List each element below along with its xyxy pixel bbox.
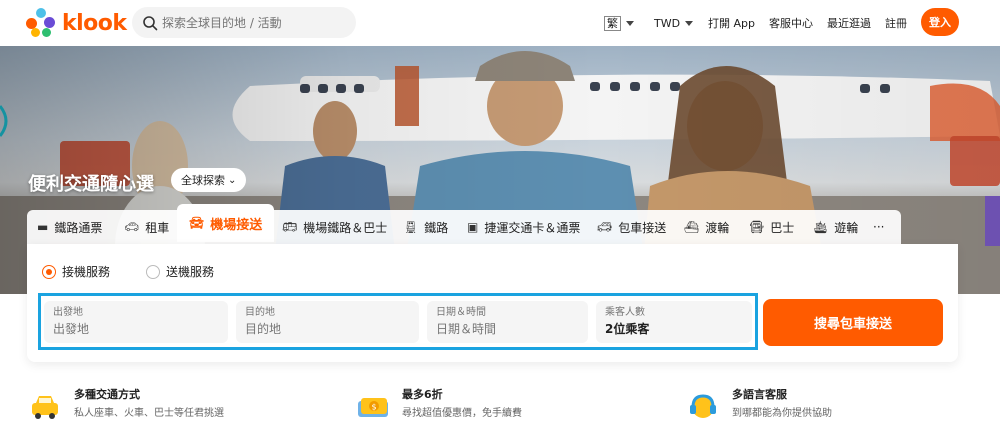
tab-ferry[interactable]: ⛴︎ 渡輪 xyxy=(684,210,729,244)
passengers-field[interactable]: 乘客人數 2位乘客 xyxy=(596,301,752,343)
svg-text:$: $ xyxy=(371,403,376,412)
open-app-link[interactable]: 打開 App xyxy=(708,0,755,46)
radio-pickup-indicator xyxy=(42,264,56,279)
tab-rail-pass[interactable]: ▬ 鐵路通票 xyxy=(37,210,102,244)
chevron-down-icon xyxy=(626,20,634,26)
tab-label: 巴士 xyxy=(770,220,795,235)
logo-text: klook xyxy=(62,10,127,36)
feature-multilingual-support: 多語言客服 到哪都能為你提供協助 xyxy=(686,384,832,424)
passengers-value: 2位乘客 xyxy=(605,322,650,336)
feature-title: 多種交通方式 xyxy=(74,388,140,401)
tab-label: 包車接送 xyxy=(618,220,667,235)
tab-car-rental[interactable]: 🚗︎ 租車 xyxy=(124,210,169,244)
chevron-down-icon xyxy=(685,20,694,26)
tab-rail[interactable]: 🚆︎ 鐵路 xyxy=(403,210,448,244)
klook-logo[interactable]: klook xyxy=(26,8,127,38)
tab-cruise[interactable]: 🛳︎ 遊輪 xyxy=(813,210,858,244)
support-link[interactable]: 客服中心 xyxy=(769,0,813,46)
radio-pickup[interactable]: 接機服務 xyxy=(42,263,110,280)
register-link[interactable]: 註冊 xyxy=(885,0,907,46)
ferry-icon: ⛴︎ xyxy=(684,220,700,234)
feature-discount: $ 最多6折 尋找超值優惠價，免手續費 xyxy=(356,384,522,424)
datetime-field[interactable]: 日期＆時間 日期＆時間 xyxy=(427,301,588,343)
from-field[interactable]: 出發地 出發地 xyxy=(44,301,228,343)
cruise-icon: 🛳︎ xyxy=(813,220,829,234)
feature-title: 最多6折 xyxy=(402,388,443,401)
global-explore-button[interactable]: 全球探索 ⌄ xyxy=(171,168,247,192)
tab-label: 機場鐵路＆巴士 xyxy=(303,220,388,235)
passengers-label: 乘客人數 xyxy=(605,307,645,318)
feature-transport-modes: 多種交通方式 私人座車、火車、巴士等任君挑選 xyxy=(28,384,224,424)
search-icon xyxy=(143,15,158,30)
tab-label: 鐵路通票 xyxy=(54,220,103,235)
logo-mark-icon xyxy=(26,8,56,38)
transport-tabs: ▬ 鐵路通票 🚗︎ 租車 🚘︎ 機場接送 🚌︎ 機場鐵路＆巴士 🚆︎ 鐵路 ▣ … xyxy=(27,204,901,244)
service-type-radios: 接機服務 送機服務 xyxy=(42,263,214,280)
from-label: 出發地 xyxy=(53,307,83,318)
chevron-down-icon: ⌄ xyxy=(228,174,237,186)
to-field[interactable]: 目的地 目的地 xyxy=(236,301,419,343)
booking-panel: 接機服務 送機服務 出發地 出發地 目的地 目的地 日期＆時間 日期＆時間 乘客… xyxy=(27,244,958,362)
search-placeholder: 探索全球目的地 / 活動 xyxy=(162,16,282,30)
radio-pickup-label: 接機服務 xyxy=(62,265,111,279)
tab-airport-transfer[interactable]: 🚘︎ 機場接送 xyxy=(177,204,275,242)
rail-icon: 🚆︎ xyxy=(403,220,419,234)
radio-dropoff[interactable]: 送機服務 xyxy=(146,263,214,280)
radio-dropoff-label: 送機服務 xyxy=(166,265,215,279)
datetime-placeholder: 日期＆時間 xyxy=(436,322,497,336)
car-icon: 🚗︎ xyxy=(124,220,140,234)
tab-airport-rail-bus[interactable]: 🚌︎ 機場鐵路＆巴士 xyxy=(282,210,387,244)
to-placeholder: 目的地 xyxy=(245,322,282,336)
feature-desc: 尋找超值優惠價，免手續費 xyxy=(402,408,522,419)
radio-dropoff-indicator xyxy=(146,264,161,279)
airport-bus-icon: 🚌︎ xyxy=(282,220,298,234)
currency-selector[interactable]: TWD xyxy=(654,0,694,46)
currency-label: TWD xyxy=(654,16,681,30)
private-car-icon: 🚙︎ xyxy=(597,220,613,234)
tab-label: 捷運交通卡＆通票 xyxy=(484,220,581,235)
money-ticket-icon: $ xyxy=(358,398,388,417)
metro-card-icon: ▣ xyxy=(467,220,479,234)
tab-label: 機場接送 xyxy=(210,217,263,233)
top-header: klook 探索全球目的地 / 活動 繁 TWD 打開 App 客服中心 最近逛… xyxy=(0,0,1000,46)
tab-label: 遊輪 xyxy=(834,220,859,235)
from-placeholder: 出發地 xyxy=(53,322,90,336)
tab-label: 渡輪 xyxy=(705,220,730,235)
global-search-input[interactable]: 探索全球目的地 / 活動 xyxy=(132,7,356,38)
tab-metro-card[interactable]: ▣ 捷運交通卡＆通票 xyxy=(467,210,580,244)
datetime-label: 日期＆時間 xyxy=(436,307,486,318)
hero-title: 便利交通隨心選 xyxy=(28,174,154,195)
tab-private-car[interactable]: 🚙︎ 包車接送 xyxy=(597,210,666,244)
taxi-icon xyxy=(32,396,58,419)
feature-desc: 到哪都能為你提供協助 xyxy=(732,408,832,419)
recently-viewed-link[interactable]: 最近逛過 xyxy=(827,0,871,46)
feature-desc: 私人座車、火車、巴士等任君挑選 xyxy=(74,408,224,419)
global-explore-label: 全球探索 xyxy=(181,174,225,187)
tab-bus[interactable]: 🚍︎ 巴士 xyxy=(749,210,794,244)
feature-title: 多語言客服 xyxy=(732,388,787,401)
headset-icon xyxy=(690,394,716,418)
more-icon: ··· xyxy=(873,220,885,234)
airport-transfer-icon: 🚘︎ xyxy=(189,216,205,230)
tab-more[interactable]: ··· xyxy=(873,210,884,244)
login-button[interactable]: 登入 xyxy=(921,8,959,36)
train-pass-icon: ▬ xyxy=(37,220,49,234)
bus-icon: 🚍︎ xyxy=(749,220,765,234)
booking-fields-group: 出發地 出發地 目的地 目的地 日期＆時間 日期＆時間 乘客人數 2位乘客 xyxy=(38,293,758,350)
search-transfer-button[interactable]: 搜尋包車接送 xyxy=(763,299,943,346)
tab-label: 租車 xyxy=(145,220,170,235)
language-selector[interactable]: 繁 xyxy=(604,0,634,46)
tab-label: 鐵路 xyxy=(424,220,449,235)
to-label: 目的地 xyxy=(245,307,275,318)
language-label: 繁 xyxy=(604,15,621,31)
